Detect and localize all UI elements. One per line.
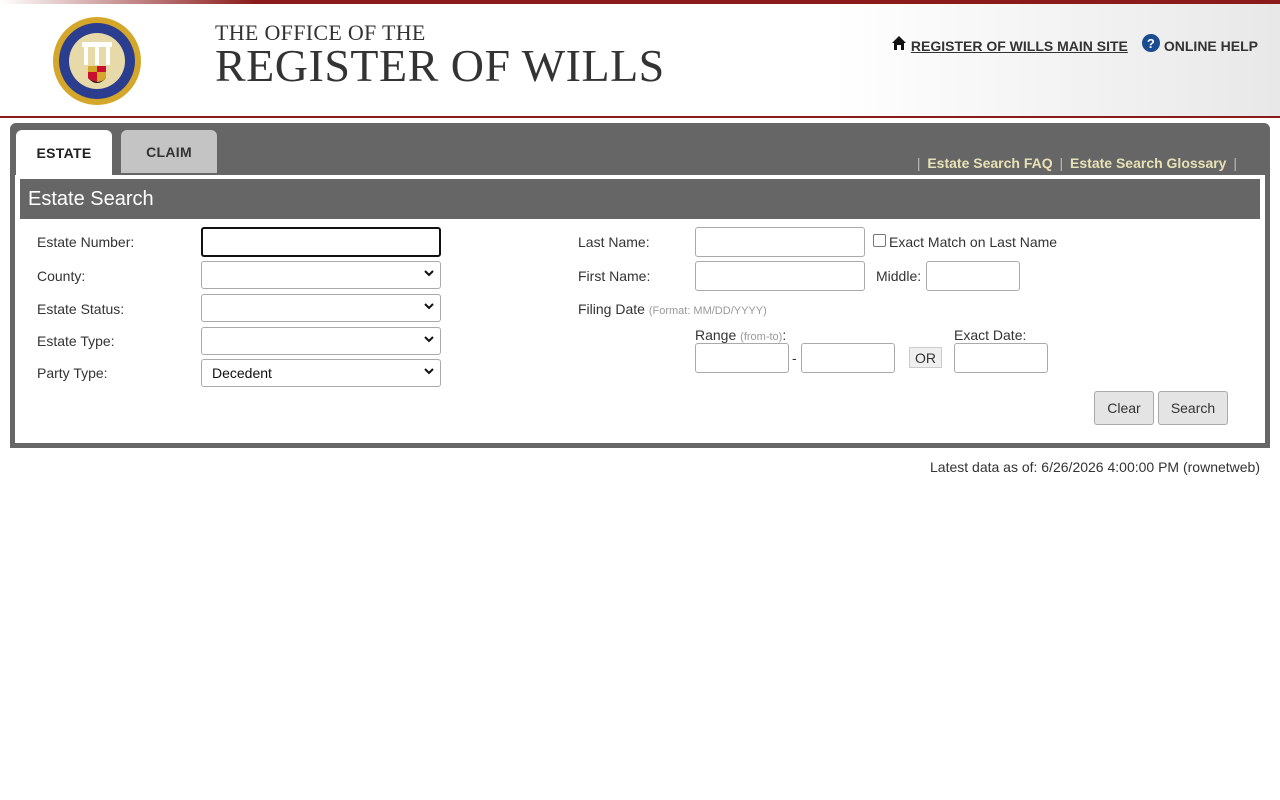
county-label: County:	[37, 268, 86, 284]
maryland-seal-logo	[53, 17, 141, 105]
filing-date-label: Filing Date (Format: MM/DD/YYYY)	[578, 301, 767, 317]
site-header: THE OFFICE OF THE REGISTER OF WILLS REGI…	[0, 0, 1280, 118]
separator: |	[916, 155, 921, 171]
chevron-down-icon	[424, 368, 434, 375]
search-panel: ESTATE CLAIM | Estate Search FAQ | Estat…	[10, 123, 1270, 448]
exact-match-checkbox[interactable]	[873, 234, 886, 247]
separator: |	[1233, 155, 1237, 171]
site-title: THE OFFICE OF THE REGISTER OF WILLS	[215, 22, 665, 91]
range-label: Range (from-to):	[695, 327, 786, 343]
range-colon: :	[782, 327, 787, 343]
tab-estate[interactable]: ESTATE	[16, 130, 112, 175]
last-name-label: Last Name:	[578, 234, 650, 250]
first-name-label: First Name:	[578, 268, 651, 284]
estate-search-form: Estate Search Estate Number: County: Est…	[15, 175, 1265, 443]
party-type-label: Party Type:	[37, 365, 108, 381]
estate-search-glossary-link[interactable]: Estate Search Glossary	[1070, 155, 1226, 171]
estate-type-label: Estate Type:	[37, 333, 115, 349]
separator: |	[1059, 155, 1064, 171]
estate-number-label: Estate Number:	[37, 234, 135, 250]
chevron-down-icon	[424, 270, 434, 277]
home-icon	[891, 36, 906, 50]
panel-links: | Estate Search FAQ | Estate Search Glos…	[914, 155, 1240, 171]
latest-data-timestamp: Latest data as of: 6/26/2026 4:00:00 PM …	[930, 459, 1260, 475]
section-title: Estate Search	[20, 179, 1260, 219]
exact-date-label: Exact Date:	[954, 327, 1027, 343]
estate-search-faq-link[interactable]: Estate Search FAQ	[927, 155, 1052, 171]
chevron-down-icon	[424, 336, 434, 343]
county-select[interactable]	[201, 261, 441, 289]
search-button[interactable]: Search	[1158, 391, 1228, 425]
tab-claim[interactable]: CLAIM	[121, 130, 217, 173]
online-help-label: ONLINE HELP	[1163, 38, 1258, 54]
estate-type-select[interactable]	[201, 327, 441, 355]
header-top-stripe	[0, 0, 1280, 4]
middle-label: Middle:	[876, 268, 922, 284]
range-text: Range	[695, 327, 737, 343]
online-help-link[interactable]: ? ONLINE HELP	[1141, 34, 1258, 58]
filing-date-text: Filing Date	[578, 301, 645, 317]
party-type-select[interactable]: Decedent	[201, 359, 441, 387]
or-separator: OR	[909, 347, 942, 368]
first-name-input[interactable]	[695, 261, 865, 291]
range-dash: -	[792, 350, 797, 366]
last-name-input[interactable]	[695, 227, 865, 257]
exact-date-input[interactable]	[954, 343, 1048, 373]
party-type-select-value: Decedent	[212, 365, 272, 381]
register-main-site-link[interactable]: REGISTER OF WILLS MAIN SITE	[891, 35, 1128, 57]
register-main-site-label: REGISTER OF WILLS MAIN SITE	[910, 38, 1128, 54]
exact-match-label: Exact Match on Last Name	[889, 234, 1058, 250]
chevron-down-icon	[424, 303, 434, 310]
help-icon: ?	[1141, 34, 1160, 52]
estate-status-select[interactable]	[201, 294, 441, 322]
site-title-big: REGISTER OF WILLS	[215, 40, 665, 91]
estate-status-label: Estate Status:	[37, 301, 125, 317]
filing-date-format-hint: (Format: MM/DD/YYYY)	[648, 305, 767, 317]
clear-button[interactable]: Clear	[1094, 391, 1154, 425]
estate-number-input[interactable]	[201, 227, 441, 257]
middle-name-input[interactable]	[926, 261, 1020, 291]
top-links: REGISTER OF WILLS MAIN SITE ? ONLINE HEL…	[891, 34, 1258, 58]
range-to-date-input[interactable]	[801, 343, 895, 373]
range-hint: (from-to)	[740, 331, 783, 343]
range-from-date-input[interactable]	[695, 343, 789, 373]
